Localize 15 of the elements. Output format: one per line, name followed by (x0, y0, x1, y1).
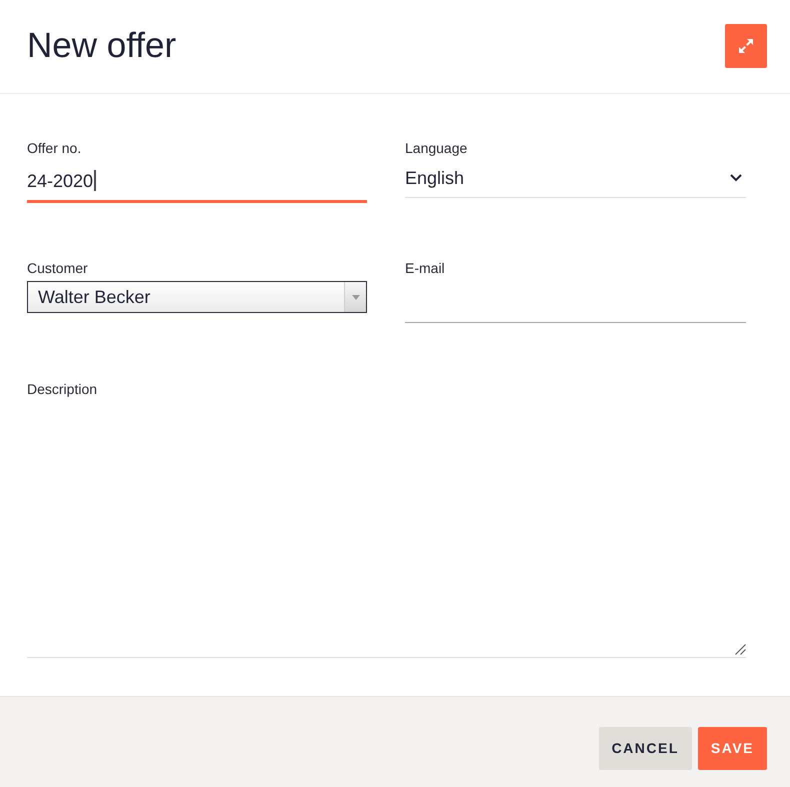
dropdown-field[interactable]: English (405, 158, 746, 198)
field-label: Description (27, 380, 98, 399)
field-label: Offer no. (27, 139, 82, 158)
select-field[interactable]: Walter Becker (27, 281, 367, 313)
chevron-down-icon (730, 174, 742, 182)
text-field[interactable]: 24-2020 (27, 158, 367, 203)
expand-icon (739, 38, 753, 52)
field-label: E-mail (405, 259, 446, 278)
cancel-button[interactable]: CANCEL (598, 727, 692, 770)
field-label: Customer (27, 259, 89, 278)
resize-handle-icon (735, 644, 746, 655)
dialog-title: New offer (27, 24, 176, 66)
field-label: Language (405, 139, 468, 158)
text-cursor-icon (94, 170, 96, 191)
expand-button[interactable] (725, 24, 767, 68)
